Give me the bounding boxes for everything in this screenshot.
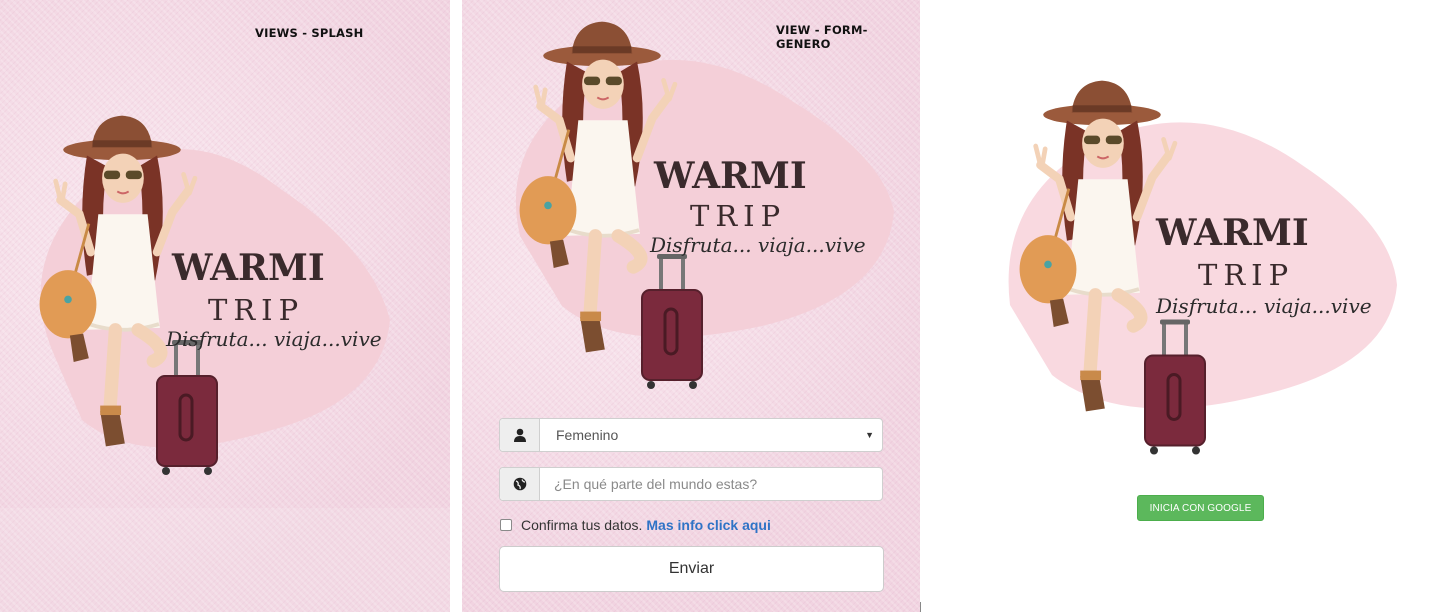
confirm-checkbox[interactable] <box>500 519 512 531</box>
splash-view-title: VIEWS - SPLASH <box>255 26 364 40</box>
logo-tagline: Disfruta... viaja...vive <box>1155 294 1372 318</box>
logo-brand: WARMI <box>1155 212 1309 254</box>
logo-brand: WARMI <box>171 247 325 289</box>
warmi-trip-logo: WARMI TRIP Disfruta... viaja...vive <box>22 100 402 490</box>
panel-divider <box>920 602 921 612</box>
logo-sub: TRIP <box>690 199 786 233</box>
submit-button[interactable]: Enviar <box>499 546 884 592</box>
location-input-group[interactable]: ¿En qué parte del mundo estas? <box>499 467 883 501</box>
google-signin-button[interactable]: INICIA CON GOOGLE <box>1137 495 1264 521</box>
warmi-trip-logo: WARMI TRIP Disfruta... viaja...vive <box>502 6 902 396</box>
logo-tagline: Disfruta... viaja...vive <box>165 327 382 351</box>
form-genero-view: VIEW - FORM-GENERO WARMI TRIP Disfruta..… <box>462 0 920 612</box>
more-info-link[interactable]: Mas info click aqui <box>646 517 770 533</box>
globe-icon <box>500 468 540 500</box>
caret-down-icon: ▼ <box>865 430 874 440</box>
logo-tagline: Disfruta... viaja...vive <box>649 233 866 257</box>
warmi-trip-logo: WARMI TRIP Disfruta... viaja...vive <box>1002 55 1402 465</box>
gender-select[interactable]: Femenino ▼ <box>499 418 883 452</box>
location-input[interactable]: ¿En qué parte del mundo estas? <box>540 468 882 500</box>
splash-lower-band <box>0 508 450 612</box>
confirm-row: Confirma tus datos. Mas info click aqui <box>500 517 771 533</box>
logo-sub: TRIP <box>1198 258 1294 292</box>
logo-brand: WARMI <box>653 155 807 197</box>
login-view: WARMI TRIP Disfruta... viaja...vive INIC… <box>922 0 1456 612</box>
logo-sub: TRIP <box>208 293 304 327</box>
confirm-label: Confirma tus datos. <box>521 517 643 533</box>
user-icon <box>500 419 540 451</box>
gender-select-value[interactable]: Femenino ▼ <box>540 419 882 451</box>
splash-view: VIEWS - SPLASH WARMI TRIP Disfruta... vi… <box>0 0 450 612</box>
